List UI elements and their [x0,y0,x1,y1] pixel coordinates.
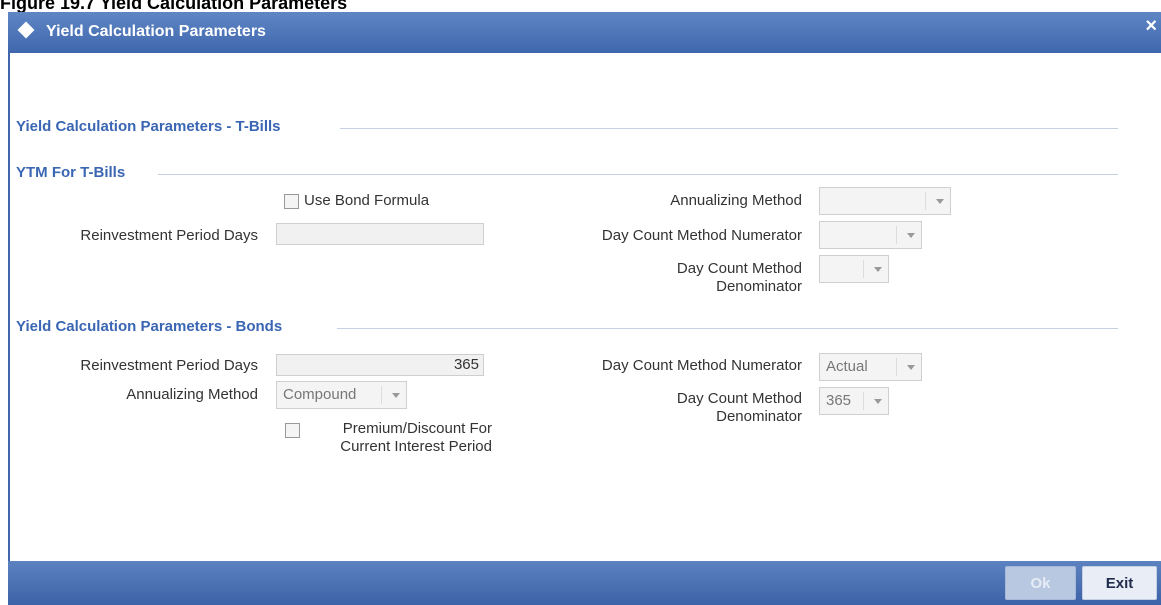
bonds-reinvestment-period-days-label: Reinvestment Period Days [80,357,258,374]
chevron-down-icon [874,399,882,404]
section-divider [340,128,1118,129]
bonds-day-count-denominator-value: 365 [826,392,852,409]
exit-button[interactable]: Exit [1082,566,1157,600]
title-bar: Yield Calculation Parameters × [8,12,1161,53]
close-icon[interactable]: × [1145,16,1157,36]
chevron-down-icon [874,267,882,272]
bonds-day-count-numerator-label: Day Count Method Numerator [601,357,802,374]
bonds-reinvestment-period-days-input[interactable]: 365 [276,354,484,376]
day-count-numerator-label: Day Count Method Numerator [601,227,802,244]
use-bond-formula-label: Use Bond Formula [304,192,430,209]
chevron-down-icon [907,233,915,238]
section-title-ytm: YTM For T-Bills [10,164,125,181]
chevron-down-icon [907,365,915,370]
dialog-window: Yield Calculation Parameters × Yield Cal… [8,12,1161,605]
section-bonds-label: Yield Calculation Parameters - Bonds [16,318,283,335]
reinvestment-period-days-label: Reinvestment Period Days [80,227,258,244]
bonds-annualizing-method-value: Compound [283,386,357,403]
section-ytm-label: YTM For T-Bills [16,164,126,181]
chevron-down-icon [392,393,400,398]
chevron-down-icon [936,199,944,204]
annualizing-method-label: Annualizing Method [670,192,802,209]
bonds-day-count-numerator-select[interactable]: Actual [819,353,922,381]
section-title-tbills: Yield Calculation Parameters - T-Bills [10,118,281,135]
annualizing-method-select[interactable] [819,187,951,215]
section-title-bonds: Yield Calculation Parameters - Bonds [10,318,282,335]
bonds-day-count-numerator-value: Actual [826,358,868,375]
diamond-icon [17,21,35,39]
form-content: Yield Calculation Parameters - T-Bills Y… [8,53,1161,561]
footer-bar: Ok Exit [8,561,1161,605]
bonds-day-count-denominator-select[interactable]: 365 [819,387,889,415]
reinvestment-period-days-input[interactable] [276,223,484,245]
section-tbills-label: Yield Calculation Parameters - T-Bills [16,118,281,135]
bonds-annualizing-method-select[interactable]: Compound [276,381,407,409]
window-title: Yield Calculation Parameters [46,23,266,40]
bonds-day-count-denominator-label: Day Count Method Denominator [676,390,802,425]
day-count-numerator-select[interactable] [819,221,922,249]
use-bond-formula-checkbox[interactable] [284,194,299,209]
ok-button[interactable]: Ok [1005,566,1076,600]
bonds-annualizing-method-label: Annualizing Method [126,386,258,403]
day-count-denominator-label: Day Count Method Denominator [676,260,802,295]
section-divider [337,328,1118,329]
section-divider [158,174,1118,175]
premium-discount-label: Premium/Discount For Current Interest Pe… [340,420,492,455]
day-count-denominator-select[interactable] [819,255,889,283]
